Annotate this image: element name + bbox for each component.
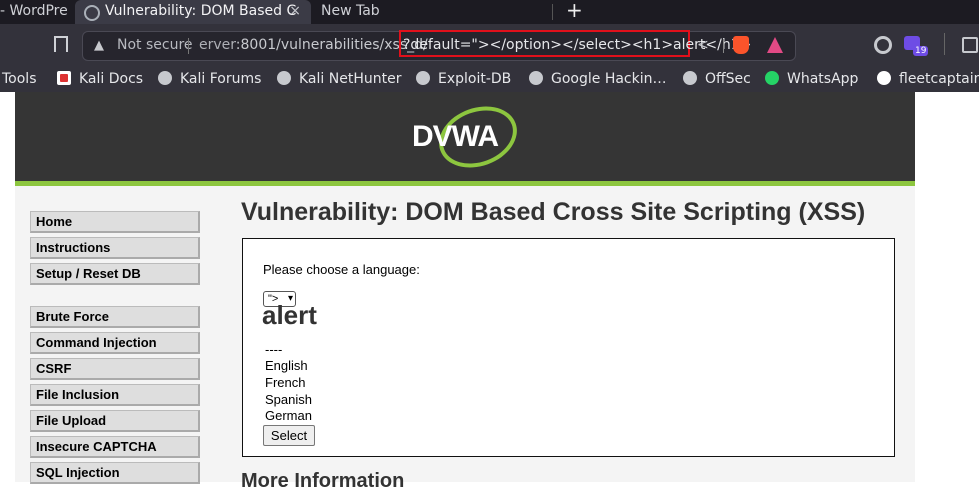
tab-close-icon[interactable]: × <box>289 0 301 22</box>
globe-icon <box>277 71 291 85</box>
globe-icon <box>416 71 430 85</box>
menu-item-home[interactable]: Home <box>30 211 200 233</box>
logo-text: DVWA <box>412 120 499 153</box>
sidebar-toggle-icon[interactable] <box>962 37 978 53</box>
bookmark-label: Kali Docs <box>79 71 144 87</box>
tab-dvwa-active[interactable]: Vulnerability: DOM Based C × <box>75 0 311 24</box>
choose-language-label: Please choose a language: <box>263 262 420 277</box>
tab-strip: - WordPre Vulnerability: DOM Based C × N… <box>0 0 979 24</box>
globe-icon <box>158 71 172 85</box>
menu-item-csrf[interactable]: CSRF <box>30 358 200 380</box>
menu-item-insecure-captcha[interactable]: Insecure CAPTCHA <box>30 436 200 458</box>
bookmark-label: Kali NetHunter <box>299 71 402 87</box>
menu-item-setup[interactable]: Setup / Reset DB <box>30 263 200 285</box>
tab-label: - WordPre <box>0 3 68 19</box>
page-title: Vulnerability: DOM Based Cross Site Scri… <box>241 198 866 226</box>
tab-new-tab[interactable]: New Tab <box>321 0 551 24</box>
bookmark-kali-forums[interactable]: Kali Forums <box>158 66 261 92</box>
browser-toolbar: ▲ Not secure erver:8001/vulnerabilities/… <box>0 24 979 66</box>
bookmarks-bar: Tools Kali Docs Kali Forums Kali NetHunt… <box>0 66 979 92</box>
menu-item-file-inclusion[interactable]: File Inclusion <box>30 384 200 406</box>
tab-wordpress[interactable]: - WordPre <box>0 0 74 24</box>
menu-item-instructions[interactable]: Instructions <box>30 237 200 259</box>
option-text: Spanish <box>265 392 312 407</box>
menu-item-brute-force[interactable]: Brute Force <box>30 306 200 328</box>
tab-divider <box>552 4 553 20</box>
url-host: erver <box>199 37 236 53</box>
bookmark-fleetcaptain[interactable]: fleetcaptain <box>877 66 979 92</box>
whatsapp-icon <box>765 71 779 85</box>
omnibox-divider <box>723 39 724 53</box>
url-highlight-box: ?default="></option></select><h1>alert</… <box>399 30 751 57</box>
bookmark-label: OffSec <box>705 71 751 87</box>
bookmark-google-hacking[interactable]: Google Hackin… <box>529 66 667 92</box>
brave-rewards-icon[interactable] <box>767 37 783 53</box>
tab-label: New Tab <box>321 3 380 19</box>
option-text: English <box>265 358 308 373</box>
injected-heading: alert <box>262 300 317 330</box>
globe-icon <box>683 71 697 85</box>
bookmark-tools[interactable]: Tools <box>2 66 37 92</box>
brave-shield-icon[interactable] <box>733 36 749 54</box>
bookmark-kali-nethunter[interactable]: Kali NetHunter <box>277 66 401 92</box>
bookmark-label: Google Hackin… <box>551 71 667 87</box>
bookmark-offsec[interactable]: OffSec <box>683 66 751 92</box>
option-text: German <box>265 408 312 423</box>
share-icon[interactable]: < <box>697 37 709 53</box>
warning-icon[interactable]: ▲ <box>94 38 104 53</box>
bookmark-label: Tools <box>2 71 37 87</box>
toolbar-divider <box>944 33 945 55</box>
menu-item-sql-injection[interactable]: SQL Injection <box>30 462 200 484</box>
extension-circle-icon[interactable] <box>874 36 892 54</box>
menu-item-file-upload[interactable]: File Upload <box>30 410 200 432</box>
option-text: French <box>265 375 306 390</box>
new-tab-button[interactable]: + <box>566 0 583 22</box>
bookmark-label: WhatsApp <box>787 71 859 87</box>
kali-icon <box>57 71 71 85</box>
bookmark-icon[interactable] <box>54 36 68 52</box>
option-text: ---- <box>265 342 283 357</box>
menu-item-command-injection[interactable]: Command Injection <box>30 332 200 354</box>
bookmark-whatsapp[interactable]: WhatsApp <box>765 66 858 92</box>
address-bar[interactable]: ▲ Not secure erver:8001/vulnerabilities/… <box>82 30 796 61</box>
bookmark-kali-docs[interactable]: Kali Docs <box>57 66 143 92</box>
dvwa-logo: DVWA <box>410 96 526 178</box>
bookmark-label: fleetcaptain <box>899 71 979 87</box>
loading-icon <box>84 5 100 21</box>
select-button[interactable]: Select <box>263 425 315 446</box>
omnibox-divider <box>188 38 189 54</box>
globe-icon <box>529 71 543 85</box>
tab-label: Vulnerability: DOM Based C <box>105 3 297 19</box>
bookmark-label: Kali Forums <box>180 71 262 87</box>
bookmark-exploit-db[interactable]: Exploit-DB <box>416 66 511 92</box>
url-text[interactable]: erver:8001/vulnerabilities/xss_d/ <box>199 37 428 53</box>
github-icon <box>877 71 891 85</box>
bookmark-label: Exploit-DB <box>438 71 512 87</box>
not-secure-label[interactable]: Not secure <box>117 37 193 53</box>
extension-badge: 19 <box>913 46 929 56</box>
